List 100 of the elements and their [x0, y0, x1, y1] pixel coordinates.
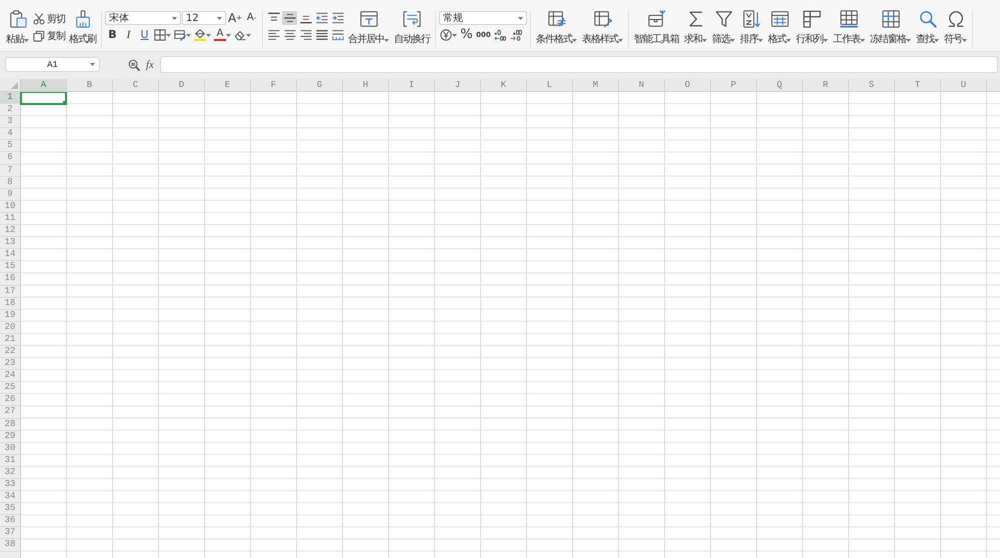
- name-box[interactable]: A1: [5, 57, 100, 72]
- column-header[interactable]: C: [113, 79, 159, 91]
- currency-button[interactable]: [439, 28, 458, 42]
- indent-decrease-button[interactable]: [314, 11, 330, 25]
- sum-button[interactable]: 求和: [682, 9, 710, 47]
- row-header[interactable]: 25: [0, 382, 20, 394]
- number-format-select[interactable]: 常规: [439, 11, 528, 25]
- column-header[interactable]: F: [251, 79, 297, 91]
- row-header[interactable]: 34: [0, 491, 20, 504]
- fill-color-button[interactable]: [193, 28, 212, 42]
- row-header[interactable]: 36: [0, 515, 20, 528]
- copy-button[interactable]: 复制: [32, 29, 66, 43]
- row-header[interactable]: 32: [0, 466, 20, 479]
- merge-center-button[interactable]: 合并居中: [346, 9, 392, 47]
- row-header[interactable]: 9: [0, 188, 20, 201]
- freeze-panes-button[interactable]: 冻结窗格: [868, 9, 914, 47]
- justify-align-button[interactable]: [314, 28, 330, 42]
- row-header[interactable]: 1: [0, 92, 20, 104]
- sort-button[interactable]: 排序: [738, 9, 766, 47]
- find-button[interactable]: 查找: [914, 9, 942, 47]
- row-header[interactable]: 18: [0, 298, 20, 310]
- row-header[interactable]: 12: [0, 225, 20, 238]
- column-header[interactable]: O: [665, 79, 711, 91]
- worksheet-button[interactable]: 工作表: [831, 9, 868, 47]
- row-header[interactable]: 7: [0, 164, 20, 177]
- row-header[interactable]: 6: [0, 152, 20, 165]
- increase-decimal-button[interactable]: [492, 28, 508, 42]
- row-header[interactable]: 11: [0, 212, 20, 226]
- row-header[interactable]: 19: [0, 310, 20, 322]
- conditional-format-button[interactable]: 条件格式: [534, 9, 580, 47]
- row-header[interactable]: 20: [0, 322, 20, 334]
- column-header[interactable]: A: [21, 79, 67, 91]
- row-header[interactable]: 23: [0, 358, 20, 370]
- row-header[interactable]: 13: [0, 237, 20, 250]
- row-header[interactable]: 37: [0, 527, 20, 540]
- row-header[interactable]: 2: [0, 104, 20, 116]
- cell-grid[interactable]: [21, 92, 1000, 558]
- row-header[interactable]: 26: [0, 394, 20, 406]
- column-header[interactable]: G: [297, 79, 343, 91]
- indent-increase-button[interactable]: [330, 11, 346, 25]
- column-header[interactable]: I: [389, 79, 435, 91]
- row-header[interactable]: 33: [0, 479, 20, 492]
- row-header[interactable]: 30: [0, 442, 20, 455]
- row-header[interactable]: 15: [0, 261, 20, 274]
- selected-cell[interactable]: [20, 92, 67, 105]
- symbol-button[interactable]: 符号: [942, 9, 970, 47]
- row-header[interactable]: 14: [0, 249, 20, 262]
- browse-functions-button[interactable]: [128, 58, 140, 70]
- column-header[interactable]: R: [803, 79, 849, 91]
- format-painter-button[interactable]: 格式刷: [67, 9, 98, 47]
- right-align-button[interactable]: [298, 28, 314, 42]
- font-color-button[interactable]: A: [213, 28, 232, 42]
- row-header[interactable]: 5: [0, 140, 20, 152]
- middle-align-button[interactable]: [282, 11, 298, 25]
- column-header[interactable]: Q: [757, 79, 803, 91]
- cell-style-button[interactable]: [173, 28, 192, 42]
- formula-input[interactable]: [160, 56, 998, 73]
- row-header[interactable]: 10: [0, 200, 20, 213]
- row-header[interactable]: 21: [0, 334, 20, 346]
- row-header[interactable]: 3: [0, 116, 20, 128]
- column-header[interactable]: P: [711, 79, 757, 91]
- row-header[interactable]: 24: [0, 370, 20, 382]
- column-header[interactable]: M: [573, 79, 619, 91]
- borders-button[interactable]: [153, 28, 172, 42]
- row-header[interactable]: 16: [0, 273, 20, 286]
- column-header[interactable]: U: [941, 79, 987, 91]
- table-style-button[interactable]: 表格样式: [580, 9, 626, 47]
- filter-button[interactable]: 筛选: [710, 9, 738, 47]
- center-align-button[interactable]: [282, 28, 298, 42]
- column-header[interactable]: J: [435, 79, 481, 91]
- font-size-select[interactable]: 12: [182, 11, 226, 25]
- distributed-align-button[interactable]: [330, 28, 346, 42]
- font-family-select[interactable]: 宋体: [105, 11, 181, 25]
- row-header[interactable]: 8: [0, 176, 20, 189]
- percent-button[interactable]: %: [459, 28, 474, 42]
- row-header[interactable]: 22: [0, 346, 20, 358]
- column-header[interactable]: L: [527, 79, 573, 91]
- column-header[interactable]: T: [895, 79, 941, 91]
- wrap-text-button[interactable]: 自动换行: [392, 9, 432, 47]
- column-header[interactable]: S: [849, 79, 895, 91]
- paste-button[interactable]: 粘贴: [4, 9, 31, 47]
- row-header[interactable]: 38: [0, 539, 20, 552]
- column-header[interactable]: K: [481, 79, 527, 91]
- column-header[interactable]: N: [619, 79, 665, 91]
- row-header[interactable]: 29: [0, 430, 20, 443]
- row-header[interactable]: 17: [0, 286, 20, 298]
- underline-button[interactable]: U: [137, 28, 152, 42]
- left-align-button[interactable]: [266, 28, 282, 42]
- row-header[interactable]: 35: [0, 503, 20, 516]
- decrease-decimal-button[interactable]: [508, 28, 524, 42]
- column-header[interactable]: D: [159, 79, 205, 91]
- rows-columns-button[interactable]: 行和列: [794, 9, 830, 47]
- column-header[interactable]: E: [205, 79, 251, 91]
- row-header[interactable]: 28: [0, 418, 20, 431]
- column-header[interactable]: B: [67, 79, 113, 91]
- fill-handle[interactable]: [63, 100, 67, 105]
- italic-button[interactable]: I: [121, 28, 136, 42]
- clear-button[interactable]: [233, 28, 252, 42]
- row-header[interactable]: 31: [0, 454, 20, 467]
- grow-font-button[interactable]: A$^{+}$: [227, 11, 244, 25]
